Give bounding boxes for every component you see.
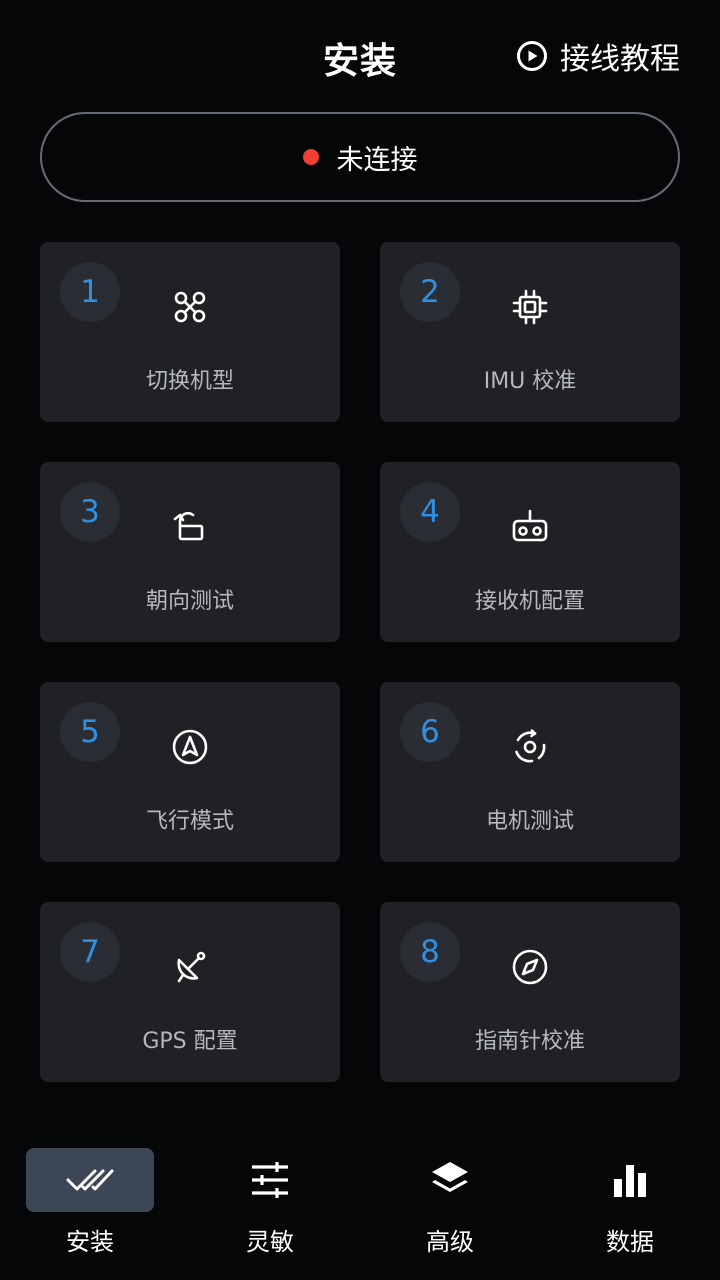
tab-data[interactable]: 数据 [540,1148,720,1268]
header: 安装 接线教程 [0,0,720,112]
card-imu-calibration[interactable]: 2 IMU 校准 [380,242,680,422]
double-check-icon [26,1148,154,1212]
tab-sensitivity[interactable]: 灵敏 [180,1148,360,1268]
card-label: 电机测试 [485,809,574,834]
tab-install[interactable]: 安装 [0,1148,180,1268]
sliders-icon [206,1148,334,1212]
card-label: 接收机配置 [474,589,585,614]
card-label: 切换机型 [145,369,234,394]
card-compass-calibration[interactable]: 8 指南针校准 [380,902,680,1082]
card-number: 3 [60,482,120,542]
card-gps-config[interactable]: 7 GPS 配置 [40,902,340,1082]
navigation-icon [169,726,211,768]
card-number: 2 [400,262,460,322]
compass-icon [509,946,551,988]
bottom-nav: 安装 灵敏 高级 数据 [0,1140,720,1280]
card-label: IMU 校准 [483,369,577,394]
connection-button[interactable]: 未连接 [40,112,680,202]
tab-advanced-label: 高级 [426,1228,474,1256]
card-label: 指南针校准 [474,1029,585,1054]
card-number: 1 [60,262,120,322]
card-motor-test[interactable]: 6 电机测试 [380,682,680,862]
card-number: 7 [60,922,120,982]
chip-icon [509,286,551,328]
card-label: 飞行模式 [145,809,234,834]
drone-icon [169,286,211,328]
card-orientation-test[interactable]: 3 朝向测试 [40,462,340,642]
play-circle-icon [516,40,548,72]
tab-advanced[interactable]: 高级 [360,1148,540,1268]
orientation-icon [169,506,211,548]
tab-install-label: 安装 [66,1228,114,1256]
motor-icon [509,726,551,768]
card-number: 6 [400,702,460,762]
satellite-dish-icon [169,946,211,988]
bar-chart-icon [566,1148,694,1212]
status-dot [302,149,319,165]
card-label: 朝向测试 [145,589,234,614]
card-receiver-config[interactable]: 4 接收机配置 [380,462,680,642]
tab-data-label: 数据 [606,1228,654,1256]
card-number: 4 [400,482,460,542]
wiring-tutorial-link[interactable]: 接线教程 [516,34,680,78]
card-switch-model[interactable]: 1 切换机型 [40,242,340,422]
wiring-tutorial-label: 接线教程 [560,42,680,77]
tab-sensitivity-label: 灵敏 [246,1228,294,1256]
setup-grid: 1 切换机型 2 IMU 校准 3 朝向测试 4 接收机配置 5 飞行模式 6 … [40,242,680,1082]
card-number: 8 [400,922,460,982]
connection-status: 未连接 [336,144,418,176]
card-number: 5 [60,702,120,762]
receiver-icon [509,506,551,548]
layers-icon [386,1148,514,1212]
card-label: GPS 配置 [142,1029,238,1054]
card-flight-mode[interactable]: 5 飞行模式 [40,682,340,862]
